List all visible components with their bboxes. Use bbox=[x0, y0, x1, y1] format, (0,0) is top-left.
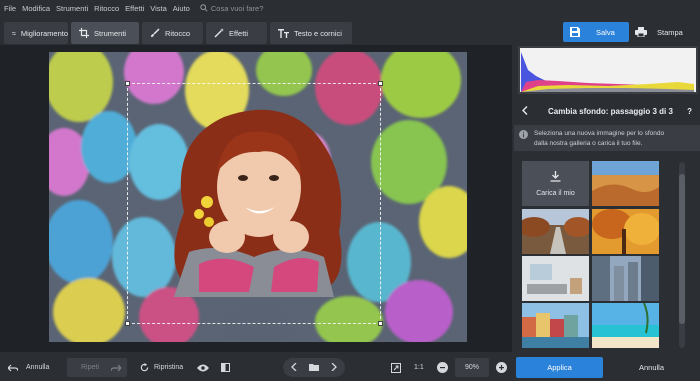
menu-strumenti[interactable]: Strumenti bbox=[56, 4, 88, 13]
menu-aiuto[interactable]: Aiuto bbox=[173, 4, 190, 13]
preview-eye-button[interactable] bbox=[197, 358, 209, 377]
info-text-line2: dalla nostra galleria o carica il tuo fi… bbox=[534, 140, 643, 147]
tab-testo-cornici[interactable]: Testo e cornici bbox=[270, 22, 352, 44]
info-text-line1: Seleziona una nuova immagine per lo sfon… bbox=[534, 130, 665, 137]
fit-screen-button[interactable] bbox=[391, 358, 401, 377]
thumbnail-tropical-beach[interactable] bbox=[592, 303, 659, 348]
crop-icon bbox=[79, 28, 89, 38]
cancel-button[interactable]: Annulla bbox=[605, 357, 698, 378]
print-button[interactable]: Stampa bbox=[632, 22, 698, 42]
eye-icon bbox=[197, 364, 209, 371]
scrollbar-thumb[interactable] bbox=[679, 174, 685, 324]
print-label: Stampa bbox=[657, 27, 683, 37]
printer-icon bbox=[635, 27, 647, 37]
brush-icon bbox=[151, 28, 160, 37]
photo-navigator bbox=[283, 358, 345, 377]
tab-ritocco[interactable]: Ritocco bbox=[142, 22, 203, 44]
menu-file[interactable]: File bbox=[4, 4, 16, 13]
save-label: Salva bbox=[596, 27, 615, 37]
compare-button[interactable] bbox=[221, 358, 230, 377]
tab-miglioramento[interactable]: Miglioramento bbox=[4, 22, 68, 44]
info-box: Seleziona una nuova immagine per lo sfon… bbox=[514, 125, 700, 151]
tab-strumenti[interactable]: Strumenti bbox=[71, 22, 139, 44]
tab-label: Ritocco bbox=[165, 28, 191, 38]
zoom-in-icon bbox=[496, 362, 507, 373]
menu-modifica[interactable]: Modifica bbox=[22, 4, 50, 13]
crop-handle-bottom-right[interactable] bbox=[378, 321, 383, 326]
sliders-icon bbox=[12, 31, 16, 35]
thumbnail-city-street[interactable] bbox=[592, 256, 659, 301]
text-icon bbox=[278, 28, 289, 38]
histogram bbox=[518, 46, 698, 94]
prev-photo-icon[interactable] bbox=[291, 362, 297, 373]
step-header: Cambia sfondo: passaggio 3 di 3 ? bbox=[514, 101, 700, 121]
search-box[interactable]: Cosa vuoi fare? bbox=[200, 3, 264, 13]
thumbnail-canal-houses[interactable] bbox=[522, 303, 589, 348]
reset-label: Ripristina bbox=[154, 364, 184, 371]
next-photo-icon[interactable] bbox=[331, 362, 337, 373]
menu-bar: File Modifica Strumenti Ritocco Effetti … bbox=[0, 0, 700, 16]
gallery-scrollbar[interactable] bbox=[679, 162, 685, 348]
thumbnail-desert-dunes[interactable] bbox=[592, 161, 659, 206]
folder-icon[interactable] bbox=[309, 363, 319, 373]
tab-label: Effetti bbox=[229, 28, 249, 38]
tab-label: Testo e cornici bbox=[294, 28, 342, 38]
apply-button[interactable]: Applica bbox=[516, 357, 603, 378]
reset-icon bbox=[140, 363, 149, 372]
save-button[interactable]: Salva bbox=[563, 22, 629, 42]
tab-effetti[interactable]: Effetti bbox=[206, 22, 267, 44]
redo-button[interactable]: Ripeti bbox=[67, 358, 127, 377]
help-button[interactable]: ? bbox=[687, 107, 692, 116]
actual-size-button[interactable]: 1:1 bbox=[414, 358, 424, 377]
crop-frame[interactable] bbox=[125, 81, 383, 326]
upload-own-button[interactable]: Carica il mio bbox=[522, 161, 589, 206]
redo-icon bbox=[110, 364, 121, 371]
crop-handle-top-right[interactable] bbox=[378, 81, 383, 86]
zoom-level[interactable]: 90% bbox=[455, 358, 489, 377]
menu-vista[interactable]: Vista bbox=[150, 4, 167, 13]
reset-button[interactable]: Ripristina bbox=[140, 358, 183, 377]
undo-label: Annulla bbox=[26, 364, 50, 371]
tab-label: Miglioramento bbox=[20, 28, 68, 38]
back-arrow-icon[interactable] bbox=[522, 105, 528, 117]
zoom-out-button[interactable] bbox=[437, 358, 448, 377]
save-icon bbox=[570, 27, 580, 37]
download-icon bbox=[550, 170, 561, 182]
fit-screen-icon bbox=[391, 362, 401, 373]
undo-icon bbox=[8, 364, 18, 371]
bottom-toolbar: Annulla Ripeti Ripristina 1:1 90% bbox=[0, 354, 512, 381]
zoom-out-icon bbox=[437, 362, 448, 373]
redo-label: Ripeti bbox=[81, 364, 99, 371]
search-icon bbox=[200, 4, 208, 12]
thumbnail-autumn-road[interactable] bbox=[522, 209, 589, 254]
tab-label: Strumenti bbox=[94, 28, 127, 38]
menu-ritocco[interactable]: Ritocco bbox=[94, 4, 119, 13]
info-icon bbox=[519, 130, 528, 139]
zoom-in-button[interactable] bbox=[496, 358, 507, 377]
compare-icon bbox=[221, 363, 230, 372]
menu-effetti[interactable]: Effetti bbox=[125, 4, 144, 13]
search-placeholder: Cosa vuoi fare? bbox=[210, 3, 264, 13]
magic-wand-icon bbox=[214, 28, 224, 38]
crop-handle-bottom-left[interactable] bbox=[125, 321, 130, 326]
thumbnail-living-room[interactable] bbox=[522, 256, 589, 301]
step-title: Cambia sfondo: passaggio 3 di 3 bbox=[548, 106, 673, 116]
upload-label: Carica il mio bbox=[536, 189, 575, 197]
undo-button[interactable]: Annulla bbox=[8, 358, 49, 377]
thumbnail-autumn-forest[interactable] bbox=[592, 209, 659, 254]
crop-handle-top-left[interactable] bbox=[125, 81, 130, 86]
